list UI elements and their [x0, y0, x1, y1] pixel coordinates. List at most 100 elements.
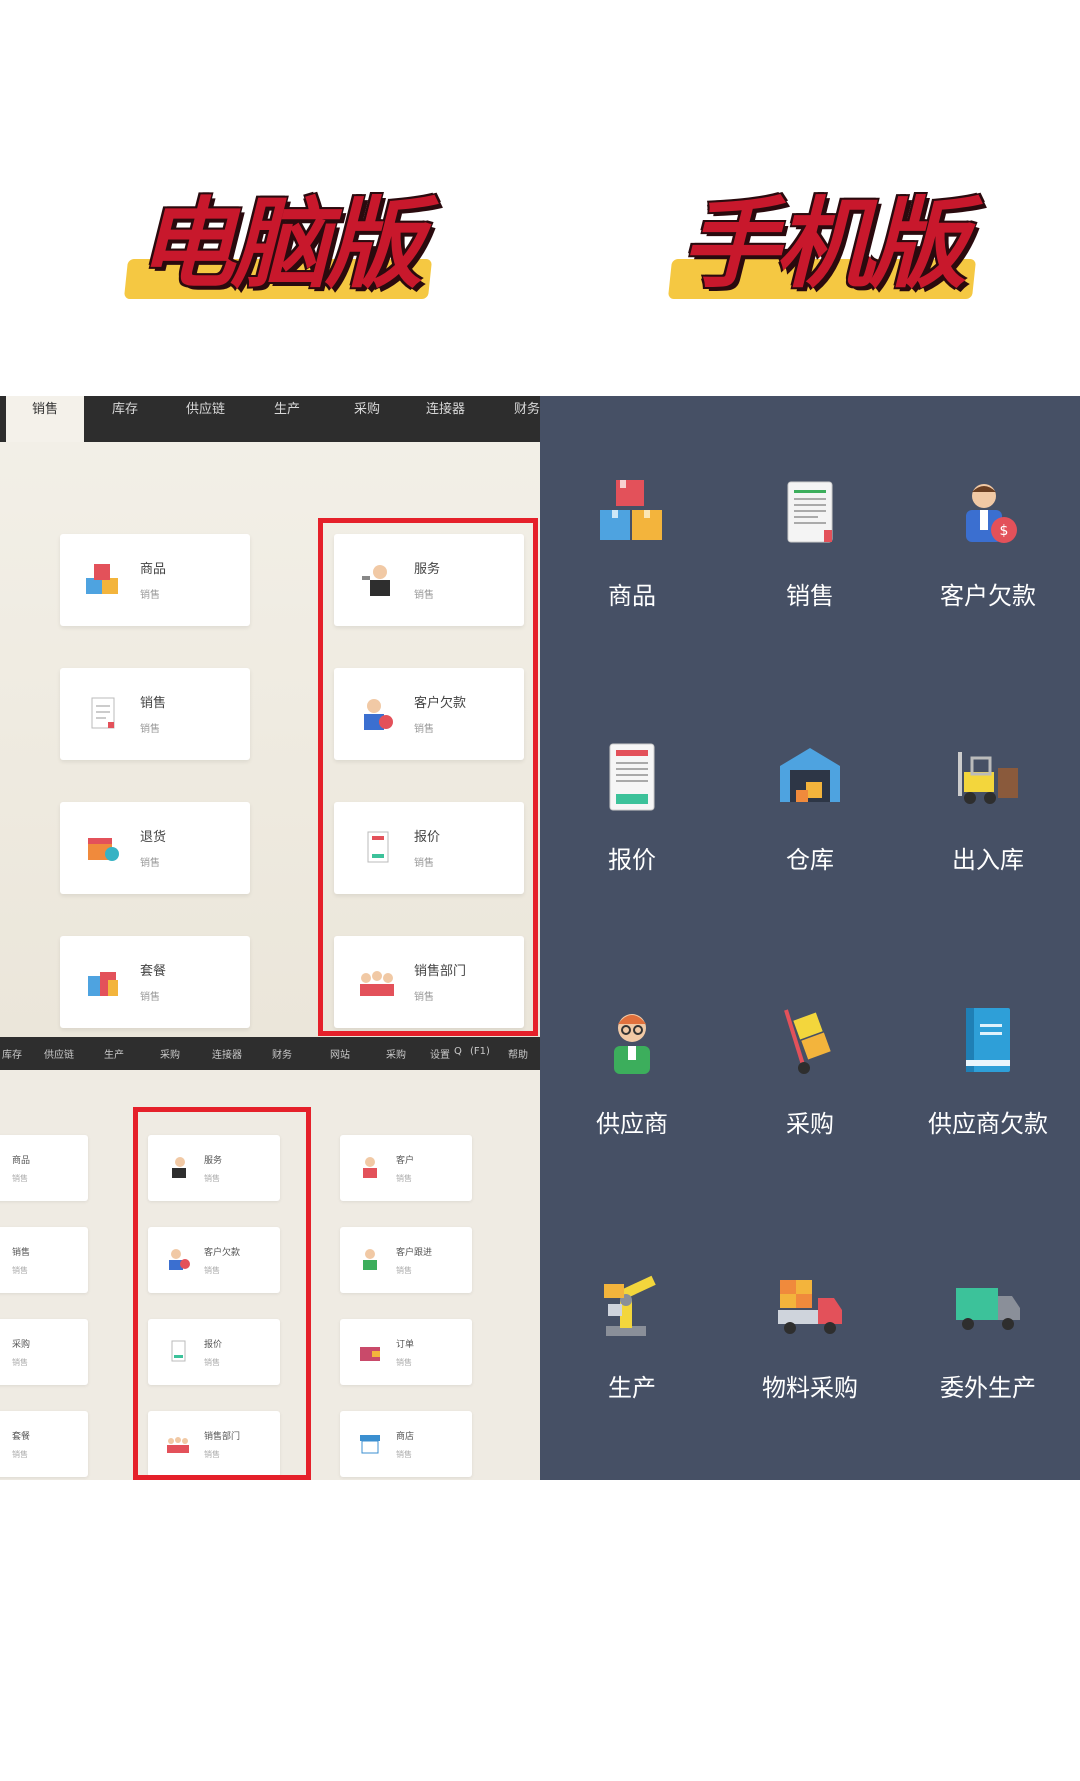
boxes-icon: [600, 480, 662, 540]
bottom-menu-item[interactable]: 网站: [330, 1046, 350, 1061]
tab-sales[interactable]: 销售: [6, 396, 85, 442]
bottom-menu-item[interactable]: 连接器: [212, 1046, 242, 1061]
supplier-person-icon: [614, 1014, 650, 1074]
tab-purchase[interactable]: 采购: [354, 396, 380, 442]
green-truck-icon: [956, 1288, 1020, 1330]
card-subtitle: 销售: [140, 590, 160, 601]
card-title: 退货: [140, 830, 167, 845]
tab-finance[interactable]: 财务: [514, 396, 540, 442]
card-sales[interactable]: 销售 销售: [60, 668, 250, 760]
warehouse-icon: [780, 748, 840, 802]
mini-card-title: 销售: [12, 1248, 31, 1258]
mini-card-order[interactable]: 订单 销售: [340, 1319, 472, 1385]
bottom-menu-item[interactable]: 生产: [104, 1046, 124, 1061]
mobile-item-label: 报价: [608, 846, 656, 874]
highlight-box-desktop-bottom: [133, 1107, 311, 1480]
bottom-menu-item[interactable]: 财务: [272, 1046, 292, 1061]
wallet-icon: [360, 1347, 380, 1361]
mini-card-customer-followup[interactable]: 客户跟进 销售: [340, 1227, 472, 1293]
mini-card-title: 采购: [12, 1340, 31, 1350]
mini-card-subtitle: 销售: [12, 1358, 28, 1367]
mini-card[interactable]: 商品 销售: [0, 1135, 88, 1201]
svg-text:$: $: [1000, 523, 1009, 539]
mini-card[interactable]: 采购 销售: [0, 1319, 88, 1385]
desktop-top-view: 销售 库存 供应链 生产 采购 连接器 财务 商品 销售 销售 销售 退货 销售…: [0, 396, 540, 1037]
mini-card-subtitle: 销售: [396, 1266, 412, 1275]
tab-production[interactable]: 生产: [274, 396, 300, 442]
headline-pc-text: 电脑版: [136, 188, 423, 302]
card-bundle[interactable]: 套餐 销售: [60, 936, 250, 1028]
desktop-screenshot: 销售 库存 供应链 生产 采购 连接器 财务 商品 销售 销售 销售 退货 销售…: [0, 396, 540, 1480]
bottom-menu-item[interactable]: 库存: [2, 1046, 22, 1061]
bottom-menu-item[interactable]: 采购: [386, 1046, 406, 1061]
mobile-item-outsourced-production[interactable]: 委外生产: [898, 1270, 1078, 1470]
mobile-item-label: 采购: [786, 1110, 834, 1138]
mobile-item-product[interactable]: 商品: [542, 478, 722, 678]
card-subtitle: 销售: [140, 992, 160, 1003]
card-return[interactable]: 退货 销售: [60, 802, 250, 894]
mini-card-title: 商店: [396, 1432, 415, 1442]
mini-card-subtitle: 销售: [12, 1450, 28, 1459]
mobile-item-customer-debt[interactable]: $ 客户欠款: [898, 478, 1078, 678]
bottom-menu-item[interactable]: 设置: [430, 1046, 450, 1061]
mobile-item-production[interactable]: 生产: [542, 1270, 722, 1470]
mobile-item-label: 仓库: [786, 846, 834, 874]
card-product[interactable]: 商品 销售: [60, 534, 250, 626]
search-icon[interactable]: Q: [454, 1046, 462, 1057]
mobile-item-warehouse[interactable]: 仓库: [720, 742, 900, 942]
mini-card[interactable]: 销售 销售: [0, 1227, 88, 1293]
forklift-icon: [958, 752, 1018, 804]
mobile-item-label: 生产: [608, 1374, 656, 1402]
mobile-item-material-purchase[interactable]: 物料采购: [720, 1270, 900, 1470]
mini-card-subtitle: 销售: [12, 1266, 28, 1275]
mobile-item-label: 委外生产: [940, 1374, 1036, 1402]
mobile-item-supplier[interactable]: 供应商: [542, 1006, 722, 1206]
document-icon: [787, 481, 833, 543]
mini-card-customer[interactable]: 客户 销售: [340, 1135, 472, 1201]
mobile-item-label: 客户欠款: [940, 582, 1036, 610]
headline-pc: 电脑版: [118, 185, 438, 305]
delivery-truck-icon: [778, 1280, 842, 1334]
hand-truck-icon: [784, 1009, 831, 1074]
mobile-item-purchase[interactable]: 采购: [720, 1006, 900, 1206]
customer-followup-icon: [363, 1249, 377, 1270]
mobile-item-label: 销售: [786, 582, 834, 610]
customer-icon: [363, 1157, 377, 1178]
mobile-item-label: 物料采购: [762, 1374, 858, 1402]
desktop-bottom-menubar: 库存 供应链 生产 采购 连接器 财务 网站 采购 设置 Q (F1) 帮助: [0, 1037, 540, 1070]
tab-inventory[interactable]: 库存: [112, 396, 138, 442]
bottom-menu-item[interactable]: 帮助: [508, 1046, 528, 1061]
card-subtitle: 销售: [140, 724, 160, 735]
bottom-menu-item[interactable]: 供应链: [44, 1046, 74, 1061]
bottom-menu-item[interactable]: (F1): [470, 1046, 490, 1057]
mobile-item-quote[interactable]: 报价: [542, 742, 722, 942]
ledger-book-icon: [966, 1008, 1010, 1072]
desktop-menubar: 销售 库存 供应链 生产 采购 连接器 财务: [0, 396, 540, 442]
quote-icon: [609, 743, 655, 811]
mobile-item-sales[interactable]: 销售: [720, 478, 900, 678]
mini-card-title: 套餐: [12, 1432, 31, 1442]
mobile-screenshot: 商品 销售 $ 客户欠款 报价 仓库 出入库 供应商 采购 供应商欠款 生产 物…: [540, 396, 1080, 1480]
mobile-item-stock-in-out[interactable]: 出入库: [898, 742, 1078, 942]
mini-card[interactable]: 套餐 销售: [0, 1411, 88, 1477]
mini-card-subtitle: 销售: [12, 1174, 28, 1183]
boxes-icon: [86, 564, 118, 594]
bottom-menu-item[interactable]: 采购: [160, 1046, 180, 1061]
card-subtitle: 销售: [140, 858, 160, 869]
headline-mobile: 手机版: [662, 185, 982, 305]
return-box-icon: [88, 838, 119, 861]
mini-card-subtitle: 销售: [396, 1358, 412, 1367]
mini-card-title: 商品: [12, 1156, 31, 1166]
store-icon: [360, 1435, 380, 1454]
document-icon: [91, 697, 115, 729]
highlight-box-desktop: [318, 518, 538, 1036]
mobile-item-supplier-debt[interactable]: 供应商欠款: [898, 1006, 1078, 1206]
tab-connector[interactable]: 连接器: [426, 396, 465, 442]
robot-arm-icon: [604, 1275, 656, 1336]
mini-card-store[interactable]: 商店 销售: [340, 1411, 472, 1477]
desktop-bottom-view: 库存 供应链 生产 采购 连接器 财务 网站 采购 设置 Q (F1) 帮助 商…: [0, 1037, 540, 1480]
mobile-item-label: 供应商欠款: [928, 1110, 1048, 1138]
tab-supply-chain[interactable]: 供应链: [186, 396, 225, 442]
mini-card-subtitle: 销售: [396, 1174, 412, 1183]
mobile-item-label: 出入库: [952, 846, 1024, 874]
